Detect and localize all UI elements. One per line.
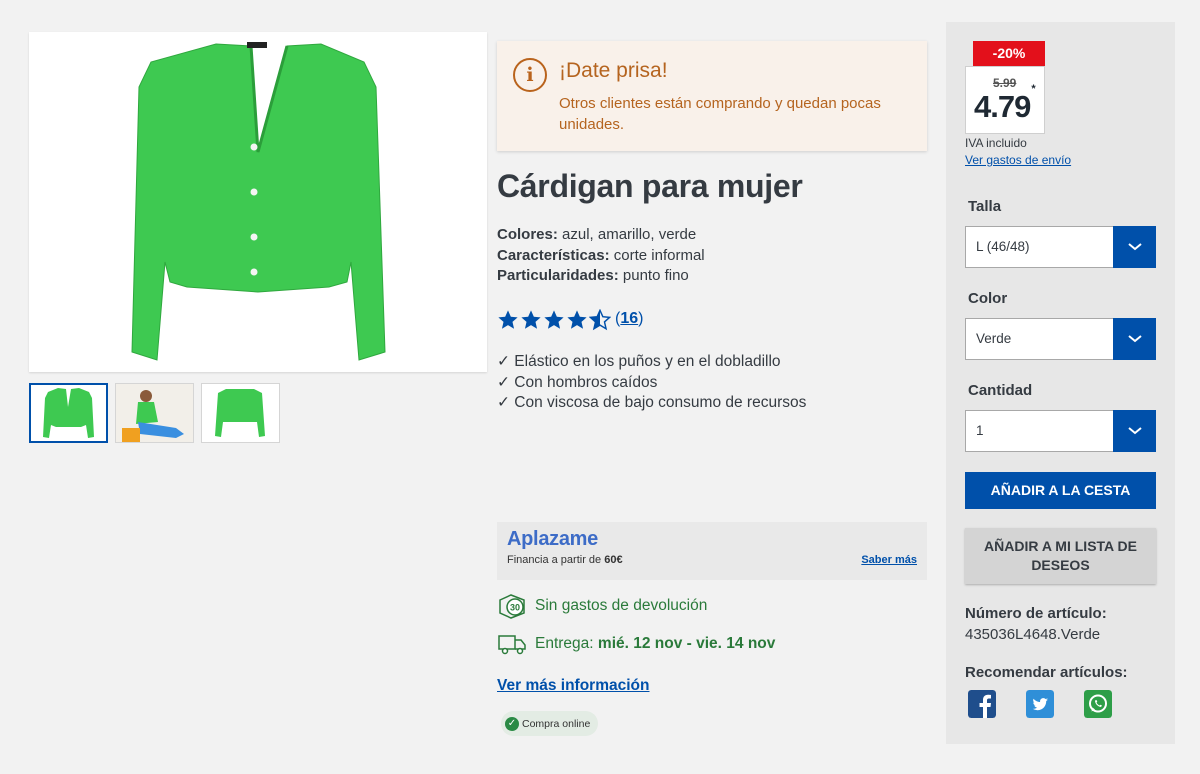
attribute-value: corte informal: [613, 246, 705, 264]
online-badge-text: Compra online: [522, 717, 591, 730]
returns-box-icon: 30: [499, 594, 525, 619]
feature-item: ✓ Elástico en los puños y en el dobladil…: [497, 353, 781, 370]
feature-item: ✓ Con hombros caídos: [497, 373, 658, 391]
chevron-down-icon[interactable]: [1113, 226, 1156, 268]
price-asterisk: *: [1031, 82, 1035, 95]
attribute-colors: Colores: azul, amarillo, verde: [497, 225, 705, 246]
whatsapp-icon[interactable]: [1084, 690, 1112, 718]
star-icon: [521, 310, 541, 329]
color-value: Verde: [976, 331, 1012, 346]
delivery-estimate: Entrega: mié. 12 nov - vie. 14 nov: [497, 630, 775, 658]
color-label: Color: [968, 290, 1008, 307]
aplazame-text-label: Financia a partir de: [507, 554, 602, 566]
rating-count[interactable]: 16: [620, 310, 638, 327]
free-returns-text: Sin gastos de devolución: [535, 597, 708, 614]
twitter-icon[interactable]: [1026, 690, 1054, 718]
hurry-text: Otros clientes están comprando y quedan …: [559, 95, 881, 133]
online-purchase-badge: ✓ Compra online: [501, 711, 599, 736]
delivery-label: Entrega:: [535, 635, 594, 652]
discount-badge: -20%: [973, 41, 1045, 66]
attribute-features: Características: corte informal: [497, 246, 705, 267]
attribute-label: Características:: [497, 246, 610, 264]
thumbnail-cardigan-back: [215, 389, 265, 437]
half-star-icon: [589, 309, 611, 331]
size-label: Talla: [968, 198, 1002, 215]
old-price: 5.99: [993, 76, 1017, 90]
rating-stars[interactable]: [497, 309, 611, 333]
attribute-label: Colores:: [497, 226, 558, 243]
info-icon: i: [513, 58, 547, 92]
thumbnail-cardigan-front: [43, 388, 94, 438]
add-to-wishlist-button[interactable]: AÑADIR A MI LISTA DE DESEOS: [965, 528, 1156, 584]
current-price: 4.79*: [974, 83, 1036, 125]
wishlist-label-line1: AÑADIR A MI LISTA DE: [984, 538, 1137, 554]
recommend-label: Recomendar artículos:: [965, 664, 1128, 681]
star-icon: [544, 310, 564, 329]
cardigan-image: [131, 42, 386, 361]
attribute-value: punto fino: [622, 267, 689, 284]
feature-item: ✓ Con viscosa de bajo consumo de recurso…: [497, 394, 807, 412]
article-number-label: Número de artículo:: [965, 605, 1107, 622]
article-number: 435036L4648.Verde: [965, 626, 1101, 643]
chevron-down-icon[interactable]: [1113, 410, 1156, 452]
attribute-value: azul, amarillo, verde: [562, 226, 697, 243]
wishlist-label-line2: DESEOS: [1031, 557, 1090, 573]
free-returns: 30 Sin gastos de devolución: [497, 592, 707, 620]
quantity-value: 1: [976, 423, 984, 438]
delivery-dates: mié. 12 nov - vie. 14 nov: [597, 635, 776, 652]
thumbnail-2[interactable]: [115, 383, 194, 443]
aplazame-more-link[interactable]: Saber más: [861, 554, 917, 566]
product-attributes: Colores: azul, amarillo, verde Caracterí…: [497, 225, 705, 287]
add-to-cart-button[interactable]: AÑADIR A LA CESTA: [965, 472, 1156, 509]
aplazame-amount: 60€: [604, 554, 623, 566]
more-info-link[interactable]: Ver más información: [497, 677, 649, 695]
check-icon: ✓: [505, 716, 519, 731]
chevron-down-icon[interactable]: [1113, 318, 1156, 360]
product-main-image[interactable]: [29, 32, 487, 372]
star-icon: [498, 310, 518, 329]
size-select[interactable]: L (46/48): [965, 226, 1156, 268]
color-select[interactable]: Verde: [965, 318, 1156, 360]
quantity-label: Cantidad: [968, 382, 1033, 399]
returns-days: 30: [510, 603, 520, 613]
quantity-select[interactable]: 1: [965, 410, 1156, 452]
attribute-particularities: Particularidades: punto fino: [497, 266, 705, 287]
size-value: L (46/48): [976, 239, 1030, 254]
hurry-title: ¡Date prisa!: [559, 59, 668, 82]
current-price-value: 4.79: [974, 89, 1031, 124]
aplazame-text: Financia a partir de 60€: [507, 554, 623, 566]
aplazame-logo: Aplazame: [507, 528, 598, 550]
hurry-notice: i ¡Date prisa! Otros clientes están comp…: [497, 41, 927, 151]
aplazame-financing: Aplazame Financia a partir de 60€ Saber …: [497, 522, 927, 580]
thumbnail-3[interactable]: [201, 383, 280, 443]
shipping-costs-link[interactable]: Ver gastos de envío: [965, 153, 1071, 167]
thumbnail-model-photo: [116, 384, 193, 442]
rating-count-link[interactable]: (16): [615, 310, 643, 328]
facebook-icon[interactable]: [968, 690, 996, 718]
truck-icon: [498, 635, 526, 655]
vat-note: IVA incluido: [965, 136, 1027, 150]
attribute-label: Particularidades:: [497, 267, 619, 284]
star-icon: [567, 310, 587, 329]
feature-list: ✓ Elástico en los puños y en el dobladil…: [497, 352, 806, 414]
price-box: 5.99 4.79*: [965, 66, 1045, 134]
thumbnail-1[interactable]: [29, 383, 108, 443]
product-title: Cárdigan para mujer: [497, 168, 803, 204]
